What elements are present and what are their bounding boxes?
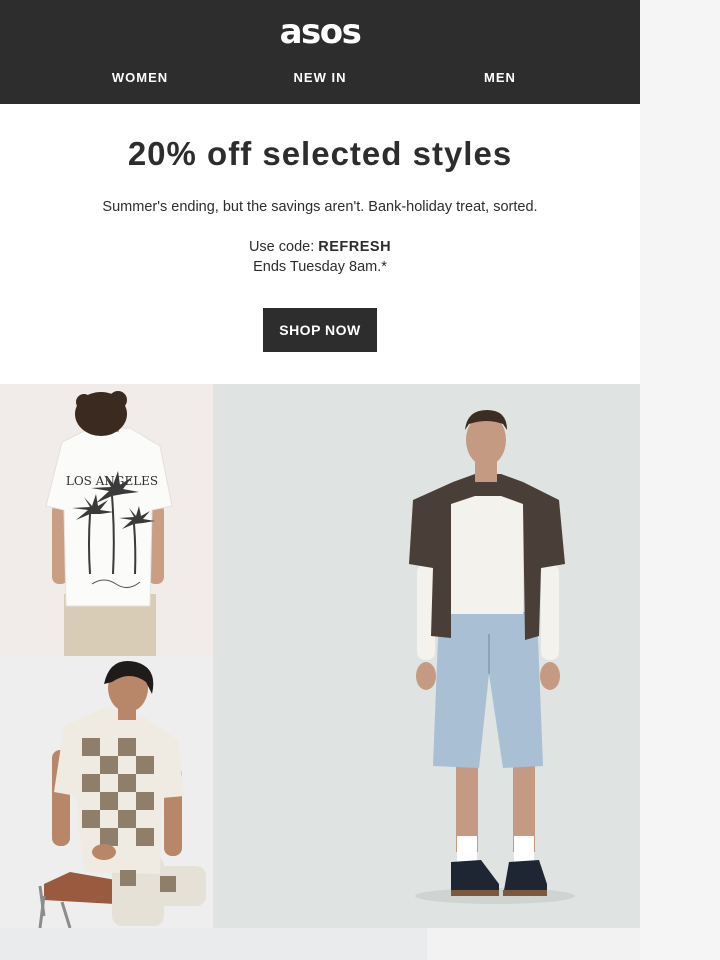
promo-code: REFRESH xyxy=(318,239,392,255)
product-image-next-left[interactable] xyxy=(0,928,427,960)
promo-code-prefix: Use code: xyxy=(248,239,319,255)
product-image-crochet-set[interactable] xyxy=(0,656,213,928)
nav-item-men[interactable]: MEN xyxy=(440,70,560,86)
promo-subtitle: Summer's ending, but the savings aren't.… xyxy=(102,199,538,215)
overshirt-look-illustration xyxy=(213,384,640,928)
asos-logo[interactable]: asos xyxy=(0,14,640,50)
product-image-la-tee[interactable]: LOS ANGELES xyxy=(0,384,213,656)
la-tee-illustration: LOS ANGELES xyxy=(0,384,213,656)
product-image-overshirt-look[interactable] xyxy=(213,384,640,928)
promo-ends: Ends Tuesday 8am.* xyxy=(253,259,387,275)
promo-title: 20% off selected styles xyxy=(127,135,513,172)
nav-item-women[interactable]: WOMEN xyxy=(80,70,200,86)
header: asos WOMEN NEW IN MEN xyxy=(0,0,640,104)
nav-item-new-in[interactable]: NEW IN xyxy=(260,70,380,86)
email-body: asos WOMEN NEW IN MEN 20% off selected s… xyxy=(0,0,640,960)
product-image-next-right[interactable] xyxy=(427,928,640,960)
main-nav: WOMEN NEW IN MEN xyxy=(0,70,640,86)
crochet-set-illustration xyxy=(0,656,213,928)
shop-now-button[interactable]: SHOP NOW xyxy=(263,308,377,352)
promo-code-line: Use code: REFRESH xyxy=(0,238,640,256)
